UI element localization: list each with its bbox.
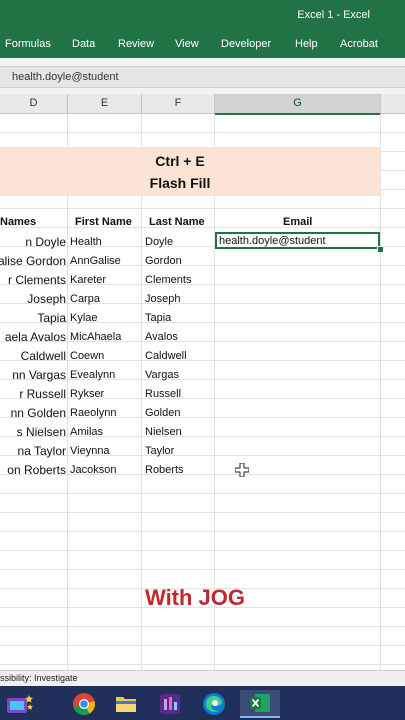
title-bar: Excel 1 - Excel [0, 0, 405, 30]
banner-feature: Flash Fill [149, 175, 211, 191]
last-name-cell[interactable]: Roberts [145, 464, 184, 476]
table-row: Tapia Kylae Tapia [0, 309, 405, 328]
table-row: s Nielsen Amilas Nielsen [0, 423, 405, 442]
last-name-cell[interactable]: Joseph [145, 293, 180, 305]
name-cell[interactable]: n Doyle [25, 235, 66, 249]
first-name-cell[interactable]: AnnGalise [70, 255, 121, 267]
first-name-cell[interactable]: Amilas [70, 426, 103, 438]
header-last-name: Last Name [149, 216, 205, 228]
status-bar: ssibility: Investigate [0, 670, 405, 687]
crosshair-cursor-icon [235, 463, 249, 477]
name-cell[interactable]: s Nielsen [17, 425, 66, 439]
watermark-text: With JOG [145, 585, 246, 610]
name-cell[interactable]: nn Golden [11, 406, 66, 420]
ribbon-tabs: Formulas Data Review View Developer Help… [0, 30, 405, 58]
last-name-cell[interactable]: Golden [145, 407, 180, 419]
excel-icon[interactable] [240, 690, 280, 718]
window-title: Excel 1 - Excel [297, 9, 370, 21]
first-name-cell[interactable]: Rykser [70, 388, 104, 400]
name-cell[interactable]: nn Vargas [12, 368, 66, 382]
column-header-d[interactable]: D [0, 94, 68, 113]
first-name-cell[interactable]: Evealynn [70, 369, 115, 381]
tab-formulas[interactable]: Formulas [5, 38, 51, 50]
first-name-cell[interactable]: Kylae [70, 312, 98, 324]
table-row: r Russell Rykser Russell [0, 385, 405, 404]
edge-icon[interactable] [194, 690, 234, 718]
last-name-cell[interactable]: Gordon [145, 255, 182, 267]
name-cell[interactable]: Caldwell [21, 349, 66, 363]
last-name-cell[interactable]: Russell [145, 388, 181, 400]
tv-stars-icon[interactable] [0, 690, 40, 718]
first-name-cell[interactable]: Vieynna [70, 445, 110, 457]
formula-bar: health.doyle@student [0, 58, 405, 94]
title-banner: Ctrl + E Flash Fill [0, 147, 380, 196]
file-explorer-icon[interactable] [106, 690, 146, 718]
name-cell[interactable]: r Russell [19, 387, 66, 401]
header-email: Email [283, 216, 313, 228]
tab-acrobat[interactable]: Acrobat [340, 38, 378, 50]
header-names: Names [0, 216, 37, 228]
table-row: aela Avalos MicAhaela Avalos [0, 328, 405, 347]
tab-view[interactable]: View [175, 38, 199, 50]
column-header-g[interactable]: G [215, 94, 381, 115]
banner-shortcut: Ctrl + E [155, 153, 205, 169]
table-row: Caldwell Coewn Caldwell [0, 347, 405, 366]
first-name-cell[interactable]: Raeolynn [70, 407, 116, 419]
column-headers: D E F G [0, 94, 405, 115]
first-name-cell[interactable]: Health [70, 236, 102, 248]
column-header-f[interactable]: F [142, 94, 215, 113]
name-cell[interactable]: alise Gordon [0, 254, 66, 268]
last-name-cell[interactable]: Taylor [145, 445, 174, 457]
first-name-cell[interactable]: Jacokson [70, 464, 116, 476]
last-name-cell[interactable]: Avalos [145, 331, 178, 343]
table-row: nn Golden Raeolynn Golden [0, 404, 405, 423]
name-cell[interactable]: Tapia [37, 311, 66, 325]
last-name-cell[interactable]: Caldwell [145, 350, 187, 362]
first-name-cell[interactable]: Carpa [70, 293, 100, 305]
first-name-cell[interactable]: Kareter [70, 274, 106, 286]
tab-review[interactable]: Review [118, 38, 154, 50]
name-cell[interactable]: r Clements [8, 273, 66, 287]
tab-data[interactable]: Data [72, 38, 95, 50]
header-first-name: First Name [75, 216, 132, 228]
name-cell[interactable]: Joseph [27, 292, 66, 306]
accessibility-status[interactable]: ssibility: Investigate [0, 673, 78, 683]
taskbar [0, 686, 405, 720]
table-row: on Roberts Jacokson Roberts [0, 461, 405, 480]
first-name-cell[interactable]: MicAhaela [70, 331, 121, 343]
table-row: na Taylor Vieynna Taylor [0, 442, 405, 461]
tab-developer[interactable]: Developer [221, 38, 271, 50]
column-header-e[interactable]: E [68, 94, 142, 113]
fill-handle[interactable] [377, 246, 384, 253]
formula-input[interactable]: health.doyle@student [0, 66, 405, 88]
last-name-cell[interactable]: Nielsen [145, 426, 182, 438]
chrome-icon[interactable] [64, 690, 104, 718]
table-row: r Clements Kareter Clements [0, 271, 405, 290]
name-cell[interactable]: aela Avalos [5, 330, 66, 344]
last-name-cell[interactable]: Doyle [145, 236, 173, 248]
active-email-cell[interactable]: health.doyle@student [215, 232, 380, 249]
name-cell[interactable]: na Taylor [18, 444, 66, 458]
first-name-cell[interactable]: Coewn [70, 350, 104, 362]
last-name-cell[interactable]: Clements [145, 274, 191, 286]
table-row: Joseph Carpa Joseph [0, 290, 405, 309]
last-name-cell[interactable]: Tapia [145, 312, 171, 324]
last-name-cell[interactable]: Vargas [145, 369, 179, 381]
tab-help[interactable]: Help [295, 38, 318, 50]
table-row: alise Gordon AnnGalise Gordon [0, 252, 405, 271]
name-cell[interactable]: on Roberts [7, 463, 66, 477]
app-icon[interactable] [150, 690, 190, 718]
table-row: nn Vargas Evealynn Vargas [0, 366, 405, 385]
